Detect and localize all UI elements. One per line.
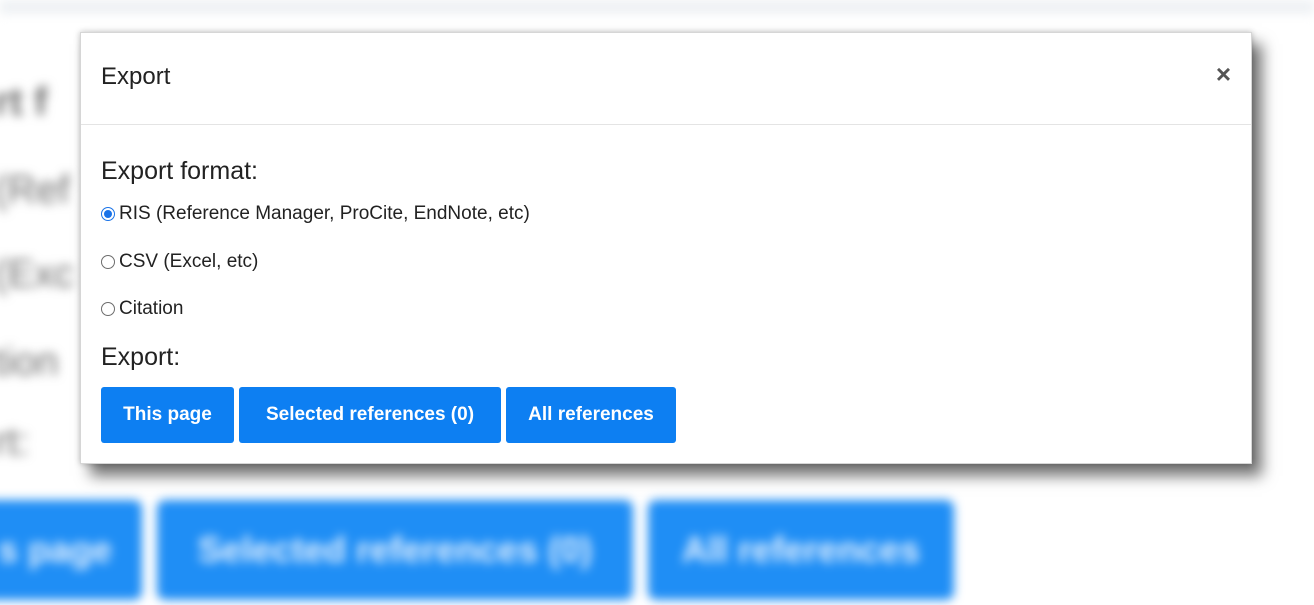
format-option-label: RIS (Reference Manager, ProCite, EndNote… <box>119 203 530 224</box>
format-option-citation[interactable]: Citation <box>101 298 183 320</box>
background-option-fragment: tion <box>0 340 59 384</box>
radio-ris[interactable] <box>101 207 115 221</box>
radio-citation[interactable] <box>101 302 115 316</box>
export-format-label: Export format: <box>101 157 258 185</box>
format-option-label: CSV (Excel, etc) <box>119 251 259 272</box>
export-selected-references-button[interactable]: Selected references (0) <box>239 387 501 443</box>
format-option-label: Citation <box>119 298 184 319</box>
modal-title: Export <box>101 63 171 90</box>
background-all-references-button: All references <box>648 500 954 600</box>
export-this-page-button[interactable]: This page <box>101 387 234 443</box>
format-option-ris[interactable]: RIS (Reference Manager, ProCite, EndNote… <box>101 203 530 225</box>
close-icon[interactable]: × <box>1216 61 1231 87</box>
export-button-group: This page Selected references (0) All re… <box>101 387 676 443</box>
background-selected-references-button: Selected references (0) <box>157 500 633 600</box>
background-this-page-button: s page <box>0 500 142 600</box>
modal-header: Export × <box>81 33 1251 125</box>
radio-csv[interactable] <box>101 255 115 269</box>
background-top-band <box>0 0 1314 14</box>
export-modal: Export × Export format: RIS (Reference M… <box>80 32 1252 464</box>
screen: rt f (Ref (Exc tion rt: s page Selected … <box>0 0 1314 605</box>
background-option-fragment: (Exc <box>0 252 74 296</box>
background-option-fragment: (Ref <box>0 168 70 212</box>
format-option-csv[interactable]: CSV (Excel, etc) <box>101 251 258 273</box>
background-heading-fragment: rt f <box>0 80 48 124</box>
export-scope-label: Export: <box>101 343 181 371</box>
background-label-fragment: rt: <box>0 420 30 464</box>
export-all-references-button[interactable]: All references <box>506 387 676 443</box>
